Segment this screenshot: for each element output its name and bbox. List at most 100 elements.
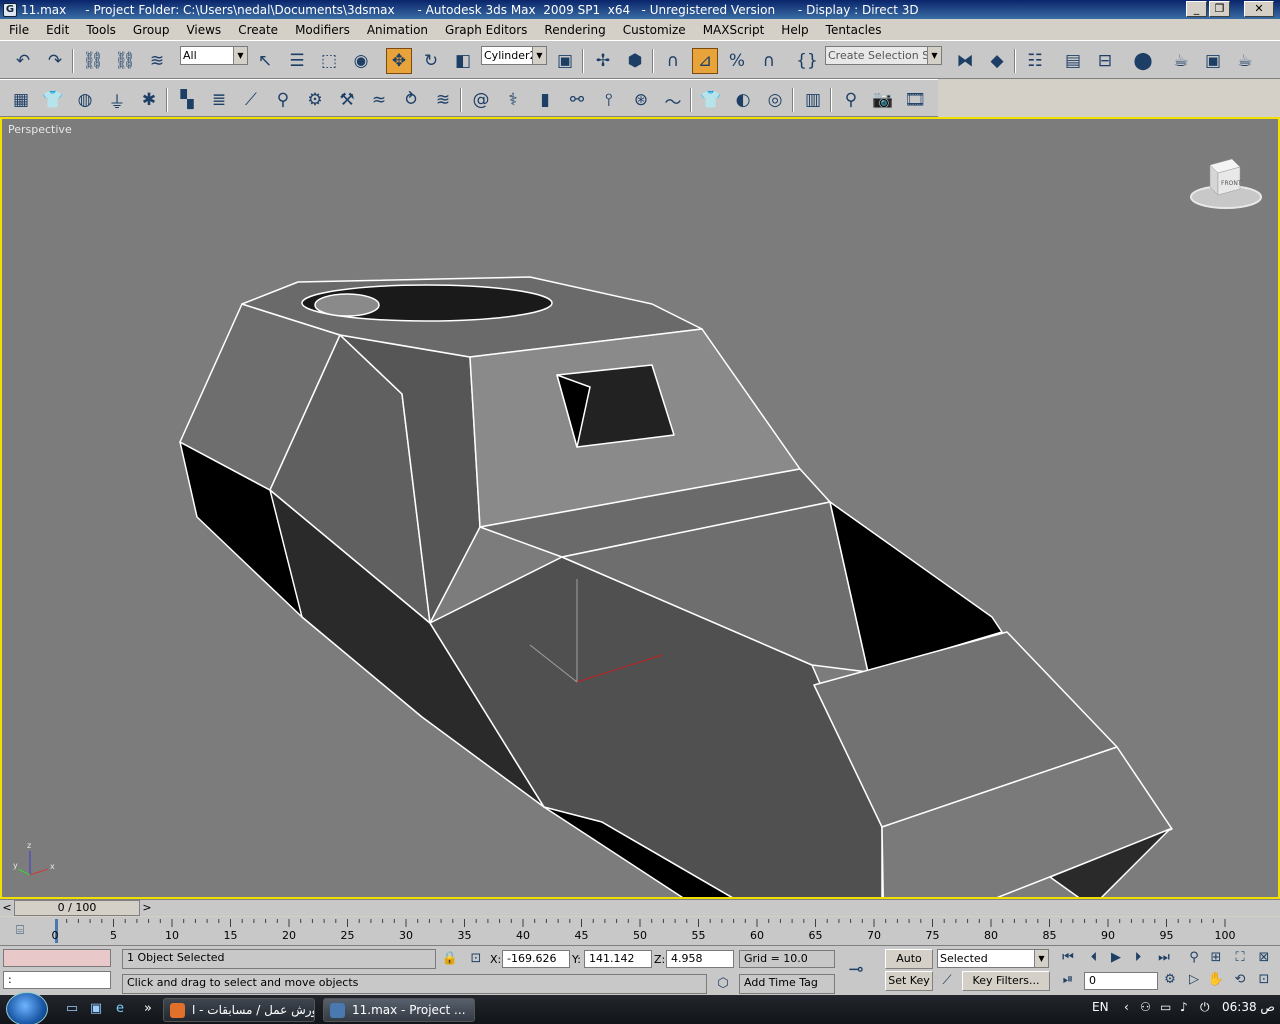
- spiral-icon[interactable]: ≣: [206, 87, 232, 113]
- layer-manager-icon[interactable]: ☷: [1022, 48, 1048, 74]
- unlink-icon[interactable]: ⛓: [112, 48, 138, 74]
- viewcube[interactable]: FRONT: [1188, 157, 1264, 213]
- joint-icon[interactable]: ⚯: [564, 87, 590, 113]
- key-mode-dropdown[interactable]: Selected ▼: [937, 949, 1049, 968]
- close-button[interactable]: ✕: [1244, 1, 1274, 17]
- percent-snap-icon[interactable]: %: [724, 48, 750, 74]
- maxscript-mini-listener[interactable]: :: [3, 971, 111, 989]
- edit-named-selection-icon[interactable]: {}: [794, 48, 820, 74]
- menu-tentacles[interactable]: Tentacles: [817, 23, 890, 37]
- menu-tools[interactable]: Tools: [77, 23, 124, 37]
- sphere-wire-icon[interactable]: ◎: [762, 87, 788, 113]
- add-time-tag-button[interactable]: Add Time Tag: [739, 974, 835, 994]
- select-by-name-icon[interactable]: ☰: [284, 48, 310, 74]
- x-coordinate-field[interactable]: -169.626: [502, 950, 570, 968]
- redo-icon[interactable]: ↷: [42, 48, 68, 74]
- network-icon[interactable]: ⚇: [1140, 1000, 1151, 1014]
- script-panel-icon[interactable]: ▥: [800, 87, 826, 113]
- app-icon[interactable]: G: [3, 2, 17, 17]
- bones-icon[interactable]: ⚕: [500, 87, 526, 113]
- wave-icon[interactable]: ≋: [430, 87, 456, 113]
- z-coordinate-field[interactable]: 4.958: [666, 950, 734, 968]
- default-tangent-icon[interactable]: ⟋: [937, 971, 957, 991]
- angle-snap-toggle-icon[interactable]: ⊿: [692, 48, 718, 74]
- go-to-start-icon[interactable]: ⏮: [1058, 948, 1078, 968]
- show-desktop-icon[interactable]: ▭: [62, 999, 82, 1019]
- reference-coordinate-dropdown[interactable]: Cylinder25 ▼: [481, 46, 547, 65]
- pivot-center-icon[interactable]: ▣: [552, 48, 578, 74]
- select-object-icon[interactable]: ↖: [252, 48, 278, 74]
- menu-help[interactable]: Help: [772, 23, 816, 37]
- cloth-icon[interactable]: 👕: [40, 87, 66, 113]
- biped-icon[interactable]: ✱: [136, 87, 162, 113]
- previous-frame-icon[interactable]: ⏴: [1084, 948, 1104, 968]
- rope-icon[interactable]: 〜: [660, 87, 686, 113]
- go-to-end-icon[interactable]: ⏭: [1154, 948, 1174, 968]
- absolute-mode-icon[interactable]: ⊡: [466, 949, 486, 969]
- select-and-link-icon[interactable]: ⛓: [80, 48, 106, 74]
- select-and-scale-icon[interactable]: ◧: [450, 48, 476, 74]
- brush-icon[interactable]: ⟋: [238, 87, 264, 113]
- more-quick-launch-icon[interactable]: »: [138, 999, 158, 1019]
- key-filters-button[interactable]: Key Filters...: [962, 971, 1050, 991]
- magnifier-tool-icon[interactable]: ⚲: [270, 87, 296, 113]
- volume-icon[interactable]: ♪: [1180, 1000, 1188, 1014]
- select-and-manipulate-icon[interactable]: ✢: [590, 48, 616, 74]
- key-icon[interactable]: ⊸: [846, 960, 866, 980]
- undo-icon[interactable]: ↶: [10, 48, 36, 74]
- minimize-button[interactable]: _: [1186, 1, 1207, 17]
- zoom-tool-icon[interactable]: ⚲: [838, 87, 864, 113]
- tray-expand-icon[interactable]: ‹: [1124, 1000, 1129, 1014]
- power-icon[interactable]: ⏻: [1200, 1000, 1210, 1015]
- menu-rendering[interactable]: Rendering: [535, 23, 613, 37]
- plane-icon[interactable]: ⏚: [104, 87, 130, 113]
- material-editor-icon[interactable]: ⬤: [1130, 48, 1156, 74]
- select-and-rotate-icon[interactable]: ↻: [418, 48, 444, 74]
- language-indicator[interactable]: EN: [1092, 1000, 1109, 1014]
- bind-space-warp-icon[interactable]: ≋: [144, 48, 170, 74]
- wind-icon[interactable]: ≈: [366, 87, 392, 113]
- camera-icon[interactable]: 📷: [870, 87, 896, 113]
- maximize-viewport-icon[interactable]: ⊡: [1254, 970, 1274, 990]
- field-of-view-icon[interactable]: ▷: [1184, 970, 1204, 990]
- menu-create[interactable]: Create: [229, 23, 286, 37]
- swirl-icon[interactable]: @: [468, 87, 494, 113]
- globe-icon[interactable]: ◐: [730, 87, 756, 113]
- checker-icon[interactable]: ▚: [174, 87, 200, 113]
- menu-views[interactable]: Views: [177, 23, 229, 37]
- set-key-button[interactable]: Set Key: [885, 971, 933, 991]
- zoom-extents-icon[interactable]: ⛶: [1230, 948, 1250, 968]
- twist-icon[interactable]: ⚒: [334, 87, 360, 113]
- open-mini-curve-editor-icon[interactable]: ⌸: [10, 921, 30, 941]
- spinner-snap-icon[interactable]: ∩: [756, 48, 782, 74]
- menu-edit[interactable]: Edit: [37, 23, 77, 37]
- window-crossing-icon[interactable]: ◉: [348, 48, 374, 74]
- menu-group[interactable]: Group: [124, 23, 178, 37]
- car-body-model[interactable]: [2, 119, 1278, 897]
- schematic-view-icon[interactable]: ⊟: [1092, 48, 1118, 74]
- keyboard-shortcut-override-icon[interactable]: ⬢: [622, 48, 648, 74]
- named-selection-dropdown[interactable]: Create Selection Set ▼: [825, 46, 942, 65]
- quick-render-icon[interactable]: ☕: [1232, 48, 1258, 74]
- shirt-icon[interactable]: 👕: [698, 87, 724, 113]
- box-tool-icon[interactable]: ▦: [8, 87, 34, 113]
- pan-view-icon[interactable]: ✋: [1206, 970, 1226, 990]
- cylinder-icon[interactable]: ▮: [532, 87, 558, 113]
- menu-modifiers[interactable]: Modifiers: [286, 23, 358, 37]
- play-icon[interactable]: ▶: [1106, 948, 1126, 968]
- monitor-icon[interactable]: ▭: [1160, 1000, 1171, 1014]
- zoom-icon[interactable]: ⚲: [1184, 948, 1204, 968]
- menu-file[interactable]: File: [0, 23, 37, 37]
- snaps-toggle-icon[interactable]: ∩: [660, 48, 686, 74]
- taskbar-item-3dsmax[interactable]: 11.max - Project ...: [323, 998, 475, 1022]
- orbit-icon[interactable]: ⟲: [1230, 970, 1250, 990]
- time-slider-prev-icon[interactable]: <: [0, 901, 14, 915]
- render-setup-icon[interactable]: ☕: [1168, 48, 1194, 74]
- clock[interactable]: 06:38 ص: [1222, 1000, 1275, 1014]
- track-bar[interactable]: ⌸ 0 5 10 15 20 25 30 35 40 45 50 55 60 65 70 75 80 85 90 95…: [0, 917, 1280, 945]
- time-slider-next-icon[interactable]: >: [140, 901, 154, 915]
- rendered-frame-window-icon[interactable]: ▣: [1200, 48, 1226, 74]
- select-and-move-icon[interactable]: ✥: [386, 48, 412, 74]
- y-coordinate-field[interactable]: 141.142: [584, 950, 652, 968]
- film-icon[interactable]: 🎞: [902, 87, 928, 113]
